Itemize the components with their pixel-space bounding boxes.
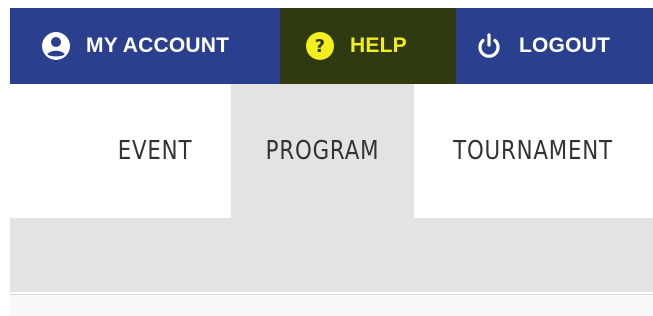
content-header-bar: [10, 218, 653, 292]
svg-text:?: ?: [315, 36, 326, 57]
my-account-link[interactable]: MY ACCOUNT: [40, 8, 229, 84]
help-link[interactable]: ? HELP: [280, 8, 456, 84]
account-circle-icon: [40, 30, 72, 62]
logout-label: LOGOUT: [519, 34, 611, 57]
help-label: HELP: [350, 34, 407, 57]
top-navigation-bar: MY ACCOUNT ? HELP LOGOUT: [10, 8, 653, 84]
tab-event[interactable]: EVENT: [107, 84, 204, 218]
tab-tournament[interactable]: TOURNAMENT: [439, 84, 628, 218]
my-account-label: MY ACCOUNT: [86, 34, 230, 57]
content-area: [10, 294, 653, 316]
help-circle-icon: ?: [304, 30, 336, 62]
secondary-navigation: EVENT PROGRAM TOURNAMENT: [10, 84, 653, 218]
tab-program[interactable]: PROGRAM: [247, 84, 397, 218]
power-icon: [473, 30, 505, 62]
logout-link[interactable]: LOGOUT: [473, 8, 610, 84]
